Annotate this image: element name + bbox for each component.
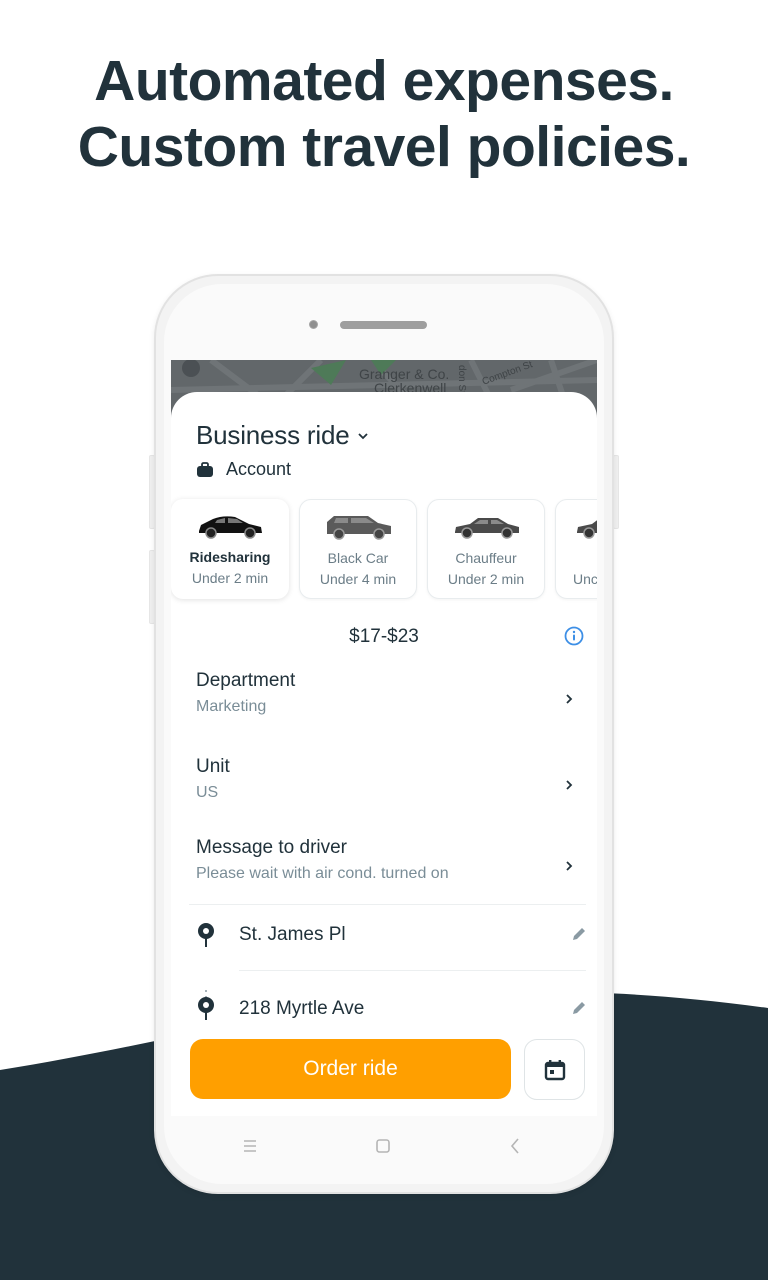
edit-pencil-icon[interactable] bbox=[571, 926, 587, 942]
pickup-address-text: St. James Pl bbox=[239, 924, 346, 945]
tariff-eta: Under 2 min bbox=[191, 570, 269, 586]
system-navigation-bar bbox=[171, 1116, 597, 1176]
ride-type-selector[interactable]: Business ride bbox=[196, 420, 369, 451]
headline: Automated expenses. Custom travel polici… bbox=[0, 48, 768, 180]
briefcase-icon bbox=[197, 461, 213, 477]
schedule-ride-button[interactable] bbox=[524, 1039, 585, 1100]
map-label: don St bbox=[455, 365, 467, 394]
tariff-card-chauffeur[interactable]: Chauffeur Under 2 min bbox=[427, 499, 545, 599]
home-icon[interactable] bbox=[373, 1136, 393, 1156]
ride-type-title: Business ride bbox=[196, 420, 350, 450]
car-sedan-icon bbox=[577, 520, 597, 539]
chevron-down-icon bbox=[358, 432, 369, 439]
pickup-address[interactable]: St. James Pl bbox=[196, 922, 591, 952]
tariff-name: Chauffeur bbox=[455, 550, 517, 566]
order-ride-button[interactable]: Order ride bbox=[190, 1039, 511, 1099]
message-to-driver-row[interactable]: Message to driver Please wait with air c… bbox=[196, 837, 586, 883]
row-title: Department bbox=[196, 670, 296, 691]
app-screen: Granger & Co. Clerkenwell Compton St don… bbox=[171, 360, 597, 1116]
headline-line-1: Automated expenses. bbox=[94, 49, 674, 113]
tariff-eta: Under 4 min bbox=[319, 571, 397, 587]
row-title: Unit bbox=[196, 756, 230, 777]
car-hatchback-icon bbox=[199, 516, 262, 539]
department-row[interactable]: Department Marketing bbox=[196, 670, 586, 716]
calendar-icon bbox=[544, 1059, 565, 1080]
row-value: Please wait with air cond. turned on bbox=[196, 865, 449, 882]
menu-icon[interactable] bbox=[240, 1136, 260, 1156]
tariff-card-ridesharing[interactable]: Ridesharing Under 2 min bbox=[171, 499, 289, 599]
chevron-right-icon bbox=[566, 694, 573, 704]
tariff-eta: Unc bbox=[573, 571, 597, 587]
tariff-carousel[interactable]: Ridesharing Under 2 min Black Car Under … bbox=[171, 499, 597, 601]
row-value: US bbox=[196, 784, 219, 801]
chevron-right-icon bbox=[566, 861, 573, 871]
payment-account[interactable]: Account bbox=[196, 459, 291, 480]
account-label: Account bbox=[226, 459, 292, 479]
destination-address-text: 218 Myrtle Ave bbox=[239, 998, 365, 1019]
location-pin-icon bbox=[198, 923, 214, 947]
info-icon[interactable] bbox=[564, 626, 584, 646]
tariff-eta: Under 2 min bbox=[447, 571, 525, 587]
divider bbox=[239, 970, 586, 971]
back-icon[interactable] bbox=[505, 1136, 525, 1156]
ride-sheet: Business ride Account Ridesharing Under … bbox=[171, 392, 597, 1116]
car-suv-icon bbox=[327, 516, 391, 540]
front-camera bbox=[309, 320, 318, 329]
row-value: Marketing bbox=[196, 698, 267, 715]
price-estimate: $17-$23 bbox=[349, 626, 419, 647]
tariff-card-partial[interactable]: Unc bbox=[555, 499, 597, 599]
row-title: Message to driver bbox=[196, 837, 348, 858]
tariff-card-black-car[interactable]: Black Car Under 4 min bbox=[299, 499, 417, 599]
bottom-action-bar: Order ride bbox=[171, 1020, 597, 1116]
car-sedan-icon bbox=[455, 518, 519, 539]
chevron-right-icon bbox=[566, 780, 573, 790]
unit-row[interactable]: Unit US bbox=[196, 756, 586, 802]
tariff-name: Ridesharing bbox=[189, 549, 271, 565]
edit-pencil-icon[interactable] bbox=[571, 1000, 587, 1016]
divider bbox=[189, 904, 586, 905]
headline-line-2: Custom travel policies. bbox=[77, 115, 691, 179]
earpiece-speaker bbox=[340, 321, 427, 329]
tariff-name: Black Car bbox=[327, 550, 389, 566]
